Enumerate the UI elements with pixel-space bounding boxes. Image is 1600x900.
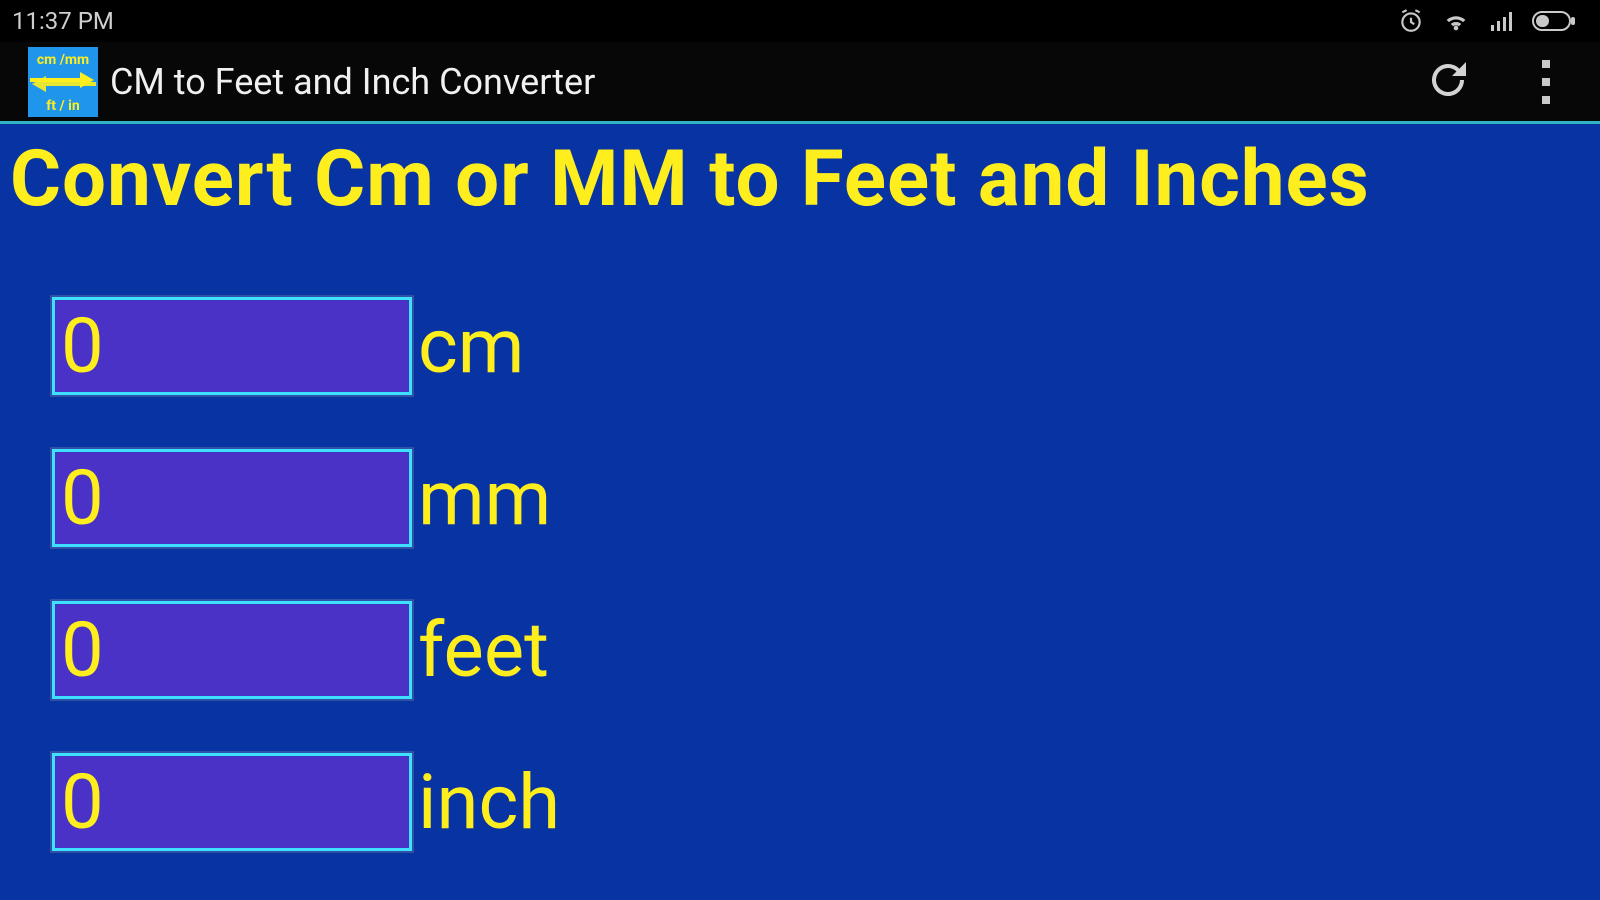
row-mm: mm — [52, 449, 1570, 547]
converter-form: cm mm feet inch — [0, 225, 1600, 851]
action-bar: cm /mm ft / in CM to Feet and Inch Conve… — [0, 42, 1600, 124]
refresh-button[interactable] — [1424, 56, 1472, 108]
status-bar: 11:37 PM — [0, 0, 1600, 42]
feet-input[interactable] — [52, 601, 412, 699]
app-icon: cm /mm ft / in — [28, 47, 98, 117]
refresh-icon — [1424, 56, 1472, 104]
wifi-icon — [1442, 9, 1470, 33]
row-feet: feet — [52, 601, 1570, 699]
row-cm: cm — [52, 297, 1570, 395]
swap-arrows-icon — [30, 69, 96, 95]
status-icons — [1398, 8, 1576, 34]
inch-label: inch — [418, 757, 560, 847]
signal-icon — [1488, 9, 1514, 33]
cm-label: cm — [418, 301, 524, 391]
alarm-icon — [1398, 8, 1424, 34]
inch-input[interactable] — [52, 753, 412, 851]
mm-input[interactable] — [52, 449, 412, 547]
app-title: CM to Feet and Inch Converter — [110, 61, 1424, 103]
page-heading: Convert Cm or MM to Feet and Inches — [0, 124, 1600, 225]
feet-label: feet — [418, 605, 549, 695]
row-inch: inch — [52, 753, 1570, 851]
battery-icon — [1532, 11, 1576, 31]
overflow-menu-icon — [1542, 60, 1550, 68]
cm-input[interactable] — [52, 297, 412, 395]
overflow-menu-button[interactable] — [1542, 60, 1550, 104]
app-icon-bottom-label: ft / in — [46, 99, 79, 113]
app-icon-top-label: cm /mm — [37, 53, 89, 67]
mm-label: mm — [418, 453, 551, 543]
status-time: 11:37 PM — [12, 7, 114, 35]
